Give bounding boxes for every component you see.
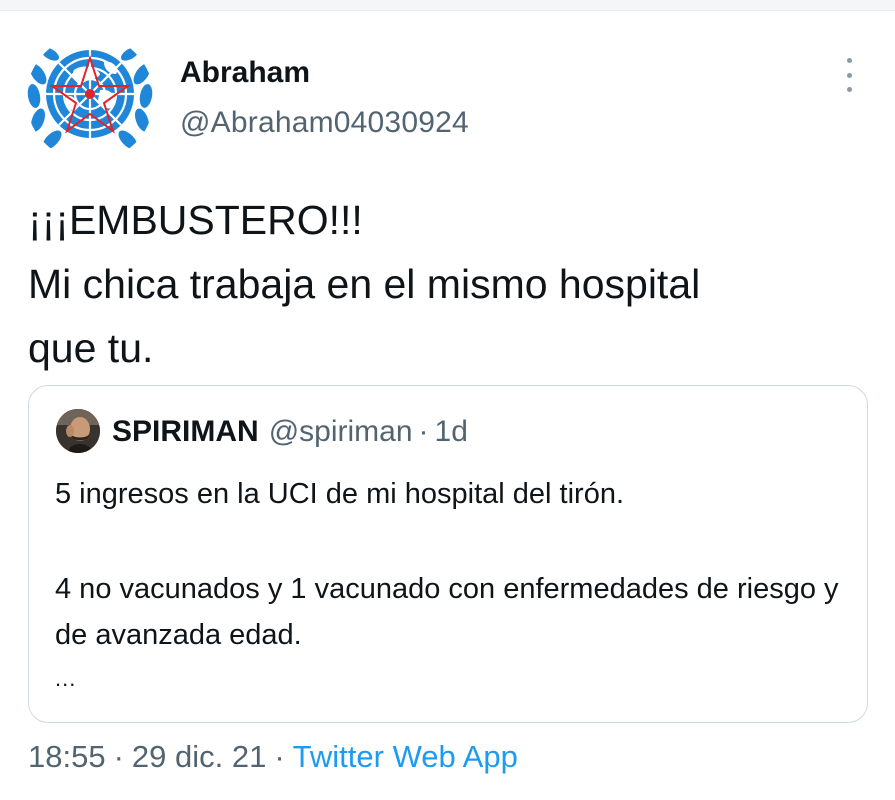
quoted-text-line1: 5 ingresos en la UCI de mi hospital del … (55, 478, 625, 510)
quoted-text-line2: 4 no vacunados y 1 vacunado con enfermed… (55, 573, 839, 651)
more-vertical-icon[interactable] (838, 58, 860, 92)
more-dot (846, 87, 852, 92)
person-photo-icon (56, 409, 100, 453)
tweet-source-link[interactable]: Twitter Web App (293, 739, 518, 774)
quoted-tweet-card[interactable]: SPIRIMAN @spiriman · 1d 5 ingresos en la UC… (28, 385, 868, 723)
author-name[interactable]: Abraham (180, 56, 310, 90)
meta-separator: · (113, 739, 124, 774)
quoted-separator: · (418, 415, 429, 448)
quoted-author-handle[interactable]: @spiriman (269, 415, 413, 448)
tweet-date[interactable]: 29 dic. 21 (132, 739, 266, 774)
quoted-ellipsis: ... (55, 666, 77, 691)
quoted-author-name[interactable]: SPIRIMAN (112, 415, 259, 448)
top-divider (0, 0, 895, 11)
quoted-header: SPIRIMAN @spiriman · 1d (112, 415, 468, 449)
more-dot (846, 58, 852, 63)
un-emblem-avatar-icon (26, 34, 154, 162)
quoted-timestamp[interactable]: 1d (435, 415, 468, 448)
author-avatar[interactable] (26, 34, 154, 162)
tweet-time[interactable]: 18:55 (28, 739, 106, 774)
quoted-author-avatar[interactable] (56, 409, 100, 453)
meta-separator: · (274, 739, 285, 774)
author-handle[interactable]: @Abraham04030924 (180, 106, 469, 140)
tweet-text: ¡¡¡EMBUSTERO!!! Mi chica trabaja en el m… (28, 197, 701, 371)
tweet-meta: 18:55 · 29 dic. 21 · Twitter Web App (28, 739, 518, 775)
more-dot (846, 72, 852, 78)
